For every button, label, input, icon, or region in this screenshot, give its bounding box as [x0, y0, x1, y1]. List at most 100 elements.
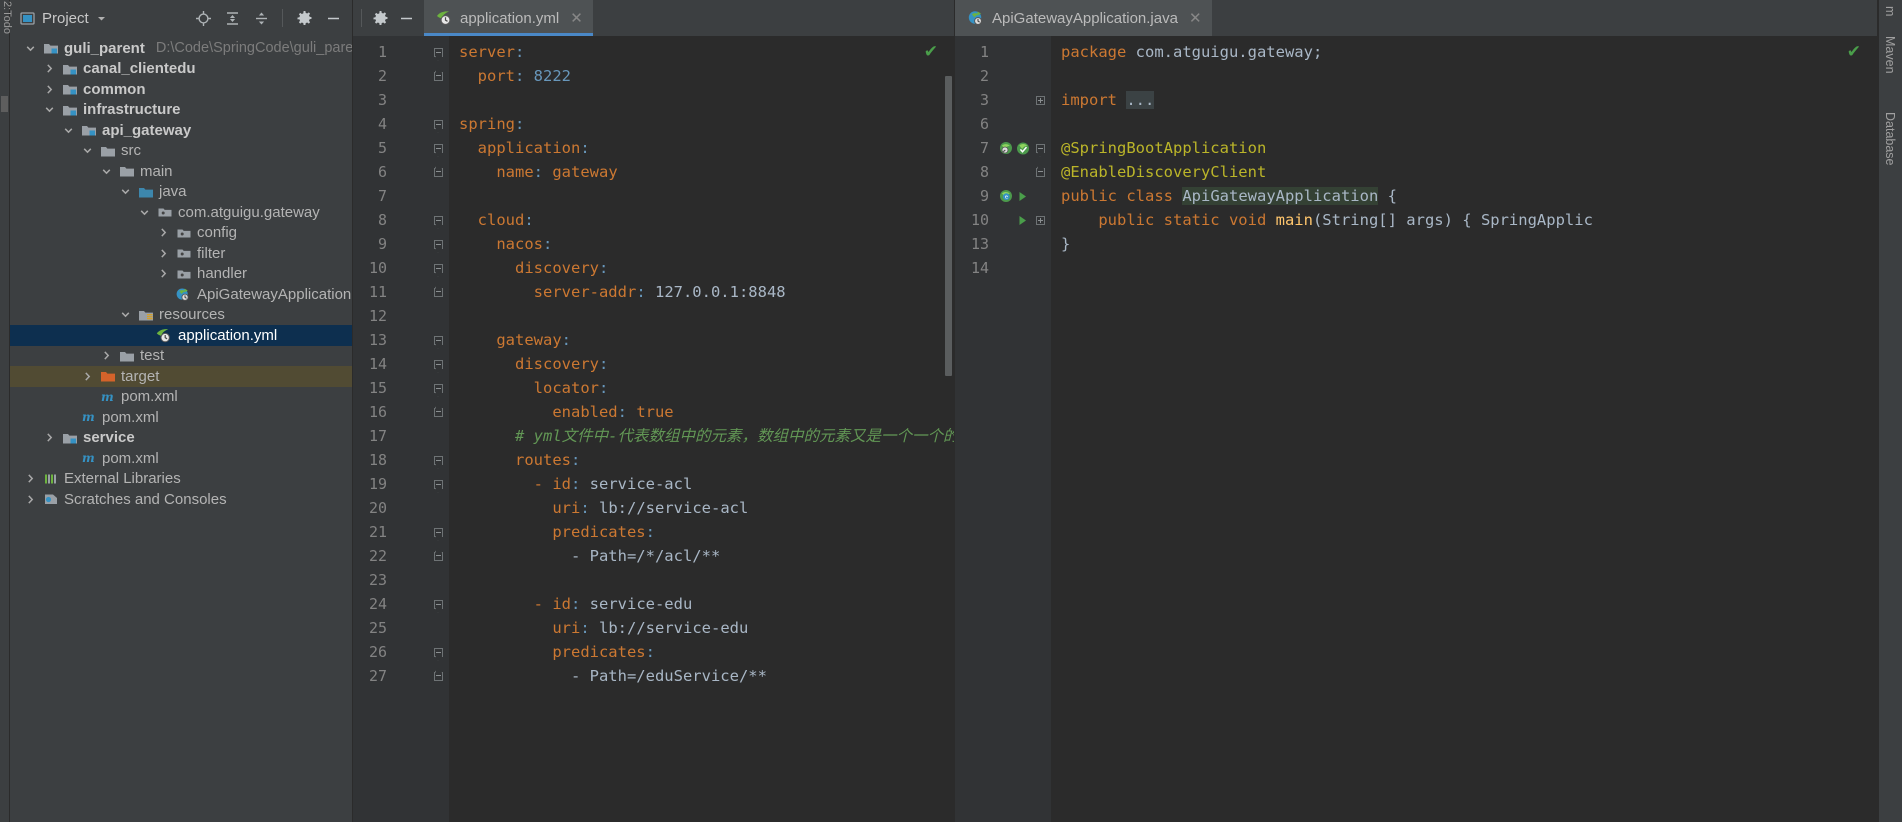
- code-line[interactable]: }: [1061, 232, 1877, 256]
- tree-item-common[interactable]: common: [10, 79, 352, 100]
- project-tree[interactable]: guli_parent D:\Code\SpringCode\guli_paren…: [10, 36, 352, 822]
- fold-toggle-cell[interactable]: [427, 328, 449, 352]
- tab-application-yml[interactable]: application.yml ✕: [424, 0, 593, 36]
- fold-toggle-cell[interactable]: [427, 40, 449, 64]
- tree-item-scratches-and-consoles[interactable]: Scratches and Consoles: [10, 489, 352, 510]
- fold-collapse-icon[interactable]: [433, 359, 443, 369]
- gutter-marker-cell[interactable]: [995, 112, 1029, 136]
- chevron-down-icon[interactable]: [80, 145, 94, 156]
- fold-toggle-cell[interactable]: [427, 544, 449, 568]
- chevron-down-icon[interactable]: [137, 207, 151, 218]
- left-tool-window-bar[interactable]: 2:Todo: [0, 0, 13, 822]
- maven-tool-window-label[interactable]: Maven: [1883, 36, 1897, 74]
- fold-collapse-icon[interactable]: [433, 47, 443, 57]
- code-line[interactable]: discovery:: [459, 256, 954, 280]
- fold-collapse-icon[interactable]: [433, 335, 443, 345]
- gutter-marker-cell[interactable]: [393, 520, 427, 544]
- fold-toggle-cell[interactable]: [427, 304, 449, 328]
- tree-item-canal-clientedu[interactable]: canal_clientedu: [10, 59, 352, 80]
- fold-collapse-icon[interactable]: [433, 383, 443, 393]
- fold-toggle-cell[interactable]: [1029, 232, 1051, 256]
- gutter-marker-cell[interactable]: [995, 40, 1029, 64]
- tree-item-com-atguigu-gateway[interactable]: com.atguigu.gateway: [10, 202, 352, 223]
- tree-item-application-yml[interactable]: application.yml: [10, 325, 352, 346]
- gutter-marker-cell[interactable]: [393, 664, 427, 688]
- fold-toggle-cell[interactable]: [427, 88, 449, 112]
- gutter-marker-cell[interactable]: [393, 472, 427, 496]
- fold-end-icon[interactable]: [433, 551, 443, 561]
- gutter-marker-cell[interactable]: [393, 496, 427, 520]
- gutter-marker-cell[interactable]: [393, 400, 427, 424]
- code-line[interactable]: @SpringBootApplication: [1061, 136, 1877, 160]
- code-line[interactable]: [1061, 256, 1877, 280]
- code-line[interactable]: spring:: [459, 112, 954, 136]
- fold-collapse-icon[interactable]: [433, 215, 443, 225]
- locate-target-icon[interactable]: [192, 7, 214, 29]
- right-tool-window-bar[interactable]: m Maven Database: [1878, 0, 1902, 822]
- fold-collapse-icon[interactable]: [433, 143, 443, 153]
- close-icon[interactable]: ✕: [570, 9, 583, 27]
- chevron-right-icon[interactable]: [42, 84, 56, 95]
- tree-item-target[interactable]: target: [10, 366, 352, 387]
- gutter-marker-cell[interactable]: [393, 304, 427, 328]
- settings-gear-icon[interactable]: [293, 7, 315, 29]
- code-line[interactable]: [1061, 112, 1877, 136]
- fold-toggle-cell[interactable]: [427, 160, 449, 184]
- gutter-marker-cell[interactable]: [393, 544, 427, 568]
- chevron-right-icon[interactable]: [156, 227, 170, 238]
- scrollbar-thumb[interactable]: [945, 76, 952, 376]
- fold-toggle-cell[interactable]: [427, 112, 449, 136]
- gutter-marker-cell[interactable]: [393, 328, 427, 352]
- tree-item-external-libraries[interactable]: External Libraries: [10, 469, 352, 490]
- chevron-right-icon[interactable]: [23, 494, 37, 505]
- tree-item-infrastructure[interactable]: infrastructure: [10, 100, 352, 121]
- fold-toggle-cell[interactable]: [427, 352, 449, 376]
- fold-collapse-icon[interactable]: [433, 479, 443, 489]
- fold-toggle-cell[interactable]: [427, 640, 449, 664]
- hide-panel-icon[interactable]: [322, 7, 344, 29]
- fold-toggle-cell[interactable]: [1029, 136, 1051, 160]
- code-line[interactable]: - Path=/*/acl/**: [459, 544, 954, 568]
- fold-collapse-icon[interactable]: [433, 119, 443, 129]
- tree-item-config[interactable]: config: [10, 223, 352, 244]
- fold-end-icon[interactable]: [1035, 167, 1045, 177]
- fold-collapse-icon[interactable]: [433, 239, 443, 249]
- code-line[interactable]: package com.atguigu.gateway;: [1061, 40, 1877, 64]
- fold-toggle-cell[interactable]: [427, 184, 449, 208]
- fold-toggle-cell[interactable]: [1029, 64, 1051, 88]
- fold-collapse-icon[interactable]: [433, 527, 443, 537]
- expand-all-icon[interactable]: [221, 7, 243, 29]
- gutter-marker-cell[interactable]: [393, 184, 427, 208]
- fold-toggle-cell[interactable]: [427, 280, 449, 304]
- fold-toggle-cell[interactable]: [1029, 184, 1051, 208]
- gutter-marker-cell[interactable]: [995, 256, 1029, 280]
- code-line[interactable]: - Path=/eduService/**: [459, 664, 954, 688]
- fold-collapse-icon[interactable]: [1035, 143, 1045, 153]
- tree-item-filter[interactable]: filter: [10, 243, 352, 264]
- spring-bean-icon[interactable]: [999, 141, 1014, 156]
- gutter-marker-cell[interactable]: [393, 160, 427, 184]
- fold-collapse-icon[interactable]: [433, 263, 443, 273]
- chevron-down-icon[interactable]: [42, 104, 56, 115]
- gutter-marker-cell[interactable]: [995, 136, 1029, 160]
- fold-collapse-icon[interactable]: [433, 599, 443, 609]
- fold-toggle-cell[interactable]: [1029, 88, 1051, 112]
- tree-item-test[interactable]: test: [10, 346, 352, 367]
- gutter-marker-cell[interactable]: [393, 88, 427, 112]
- chevron-right-icon[interactable]: [156, 268, 170, 279]
- gutter-marker-cell[interactable]: [995, 232, 1029, 256]
- fold-toggle-cell[interactable]: [427, 400, 449, 424]
- todo-tool-window-label[interactable]: 2:Todo: [1, 1, 13, 34]
- collapse-all-icon[interactable]: [250, 7, 272, 29]
- fold-toggle-cell[interactable]: [1029, 40, 1051, 64]
- fold-toggle-cell[interactable]: [427, 256, 449, 280]
- fold-toggle-cell[interactable]: [1029, 112, 1051, 136]
- gutter-marker-cell[interactable]: [995, 64, 1029, 88]
- fold-toggle-cell[interactable]: [1029, 160, 1051, 184]
- code-line[interactable]: [459, 184, 954, 208]
- gutter-marker-cell[interactable]: [393, 592, 427, 616]
- gutter-marker-cell[interactable]: [393, 352, 427, 376]
- fold-toggle-cell[interactable]: [427, 616, 449, 640]
- gutter-marker-cell[interactable]: e: [995, 184, 1029, 208]
- gutter-marker-cell[interactable]: [995, 160, 1029, 184]
